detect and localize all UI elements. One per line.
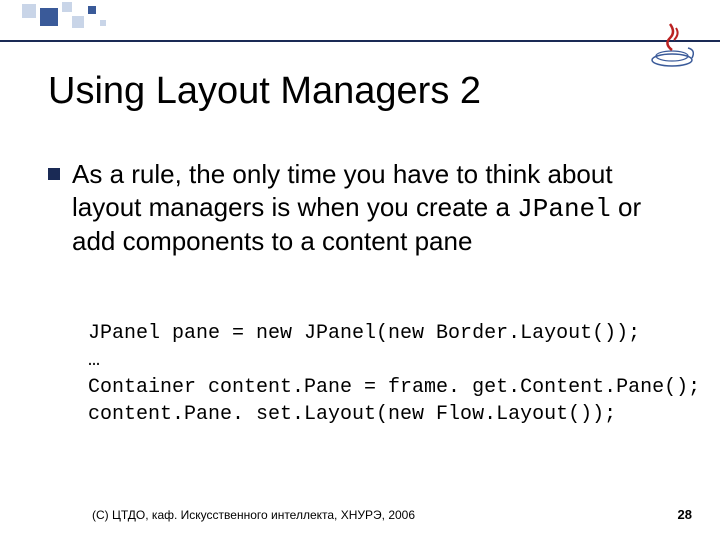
bullet-inline-code: JPanel (517, 194, 611, 224)
bullet-icon (48, 168, 60, 180)
header-decoration (0, 0, 720, 42)
footer-copyright: (С) ЦТДО, каф. Искусственного интеллекта… (92, 508, 415, 522)
page-number: 28 (678, 507, 692, 522)
code-block: JPanel pane = new JPanel(new Border.Layo… (88, 320, 672, 428)
slide-title: Using Layout Managers 2 (48, 70, 481, 113)
bullet-item: As a rule, the only time you have to thi… (72, 158, 672, 258)
java-logo (646, 18, 698, 70)
